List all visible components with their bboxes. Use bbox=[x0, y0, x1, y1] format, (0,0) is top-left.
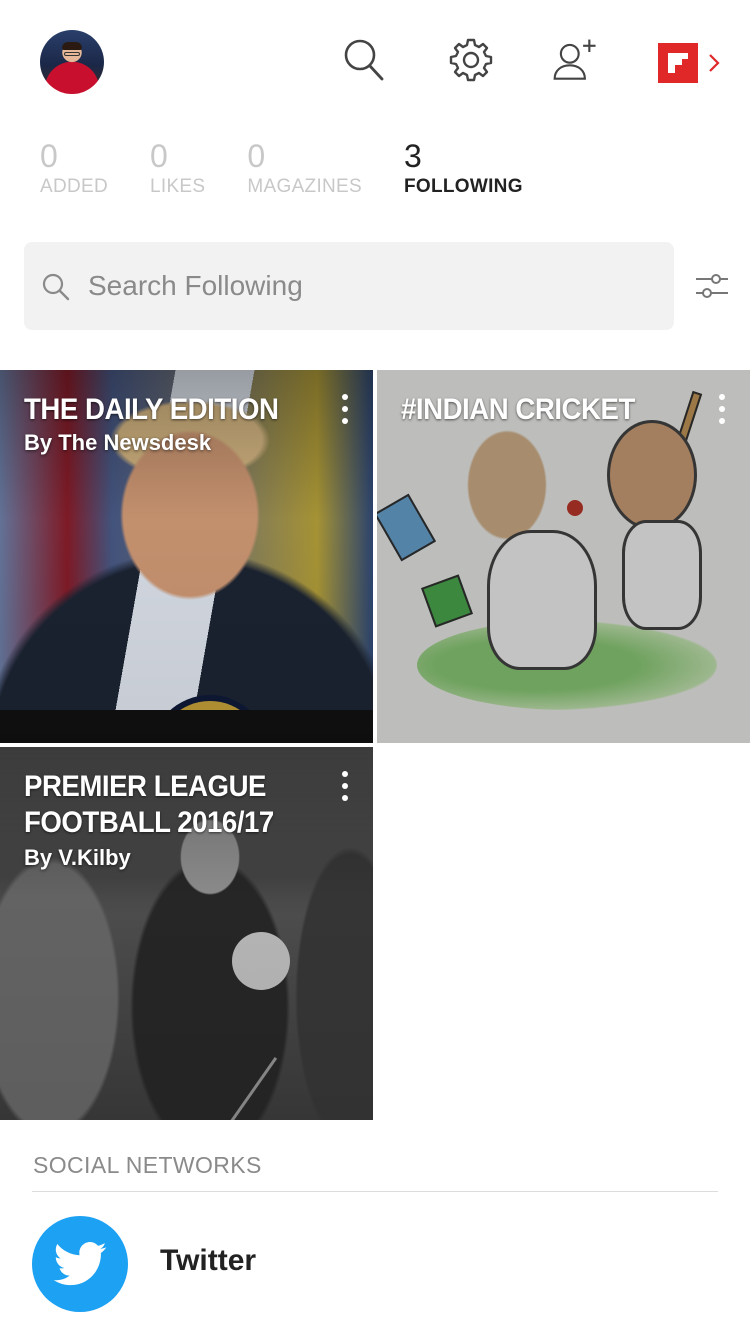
magazine-tile-indian-cricket[interactable]: #INDIAN CRICKET bbox=[377, 370, 750, 743]
tile-byline: By The Newsdesk bbox=[24, 430, 212, 455]
gear-icon bbox=[449, 38, 493, 82]
section-divider bbox=[32, 1191, 718, 1192]
add-user-icon bbox=[553, 39, 596, 80]
more-options-icon[interactable] bbox=[339, 771, 351, 805]
more-options-icon[interactable] bbox=[716, 394, 728, 428]
settings-button[interactable] bbox=[447, 34, 495, 86]
social-network-label-twitter[interactable]: Twitter bbox=[160, 1244, 256, 1278]
search-input[interactable] bbox=[88, 242, 658, 330]
stat-label: FOLLOWING bbox=[404, 176, 523, 197]
tile-title: THE DAILY EDITION bbox=[24, 393, 279, 426]
search-following-box[interactable] bbox=[24, 242, 674, 330]
stat-label: ADDED bbox=[40, 176, 109, 197]
tile-title: PREMIER LEAGUE FOOTBALL 2016/17 bbox=[24, 770, 274, 839]
avatar-glasses bbox=[64, 52, 80, 56]
user-avatar[interactable] bbox=[40, 30, 104, 94]
chevron-right-icon[interactable] bbox=[704, 50, 724, 76]
filter-sliders-icon[interactable] bbox=[694, 268, 730, 304]
stat-added[interactable]: 0 ADDED bbox=[40, 138, 108, 200]
magazine-tile-daily-edition[interactable]: THE DAILY EDITION By The Newsdesk bbox=[0, 370, 373, 743]
stat-value: 0 bbox=[247, 138, 266, 174]
add-user-button[interactable] bbox=[552, 34, 600, 86]
stat-following[interactable]: 3 FOLLOWING bbox=[404, 138, 523, 200]
search-icon bbox=[344, 39, 384, 81]
profile-stats: 0 ADDED 0 LIKES 0 MAGAZINES 3 FOLLOWING bbox=[40, 138, 565, 200]
stat-label: MAGAZINES bbox=[247, 176, 362, 197]
flipboard-logo-icon[interactable] bbox=[658, 43, 698, 83]
search-icon bbox=[42, 273, 70, 301]
stat-value: 3 bbox=[404, 138, 422, 174]
stat-value: 0 bbox=[150, 138, 168, 174]
twitter-bird-icon bbox=[53, 1242, 107, 1286]
profile-header bbox=[0, 0, 750, 125]
tile-title: #INDIAN CRICKET bbox=[401, 393, 635, 426]
avatar-hair bbox=[62, 42, 82, 50]
stat-magazines[interactable]: 0 MAGAZINES bbox=[247, 138, 362, 200]
stat-label: LIKES bbox=[150, 176, 206, 197]
stat-value: 0 bbox=[40, 138, 58, 174]
search-button[interactable] bbox=[340, 34, 388, 86]
tile-byline: By V.Kilby bbox=[24, 845, 131, 870]
stat-likes[interactable]: 0 LIKES bbox=[150, 138, 205, 200]
magazine-tile-premier-league[interactable]: PREMIER LEAGUE FOOTBALL 2016/17 By V.Kil… bbox=[0, 747, 373, 1120]
twitter-icon[interactable] bbox=[32, 1216, 128, 1312]
section-title-social-networks: SOCIAL NETWORKS bbox=[33, 1152, 262, 1178]
more-options-icon[interactable] bbox=[339, 394, 351, 428]
